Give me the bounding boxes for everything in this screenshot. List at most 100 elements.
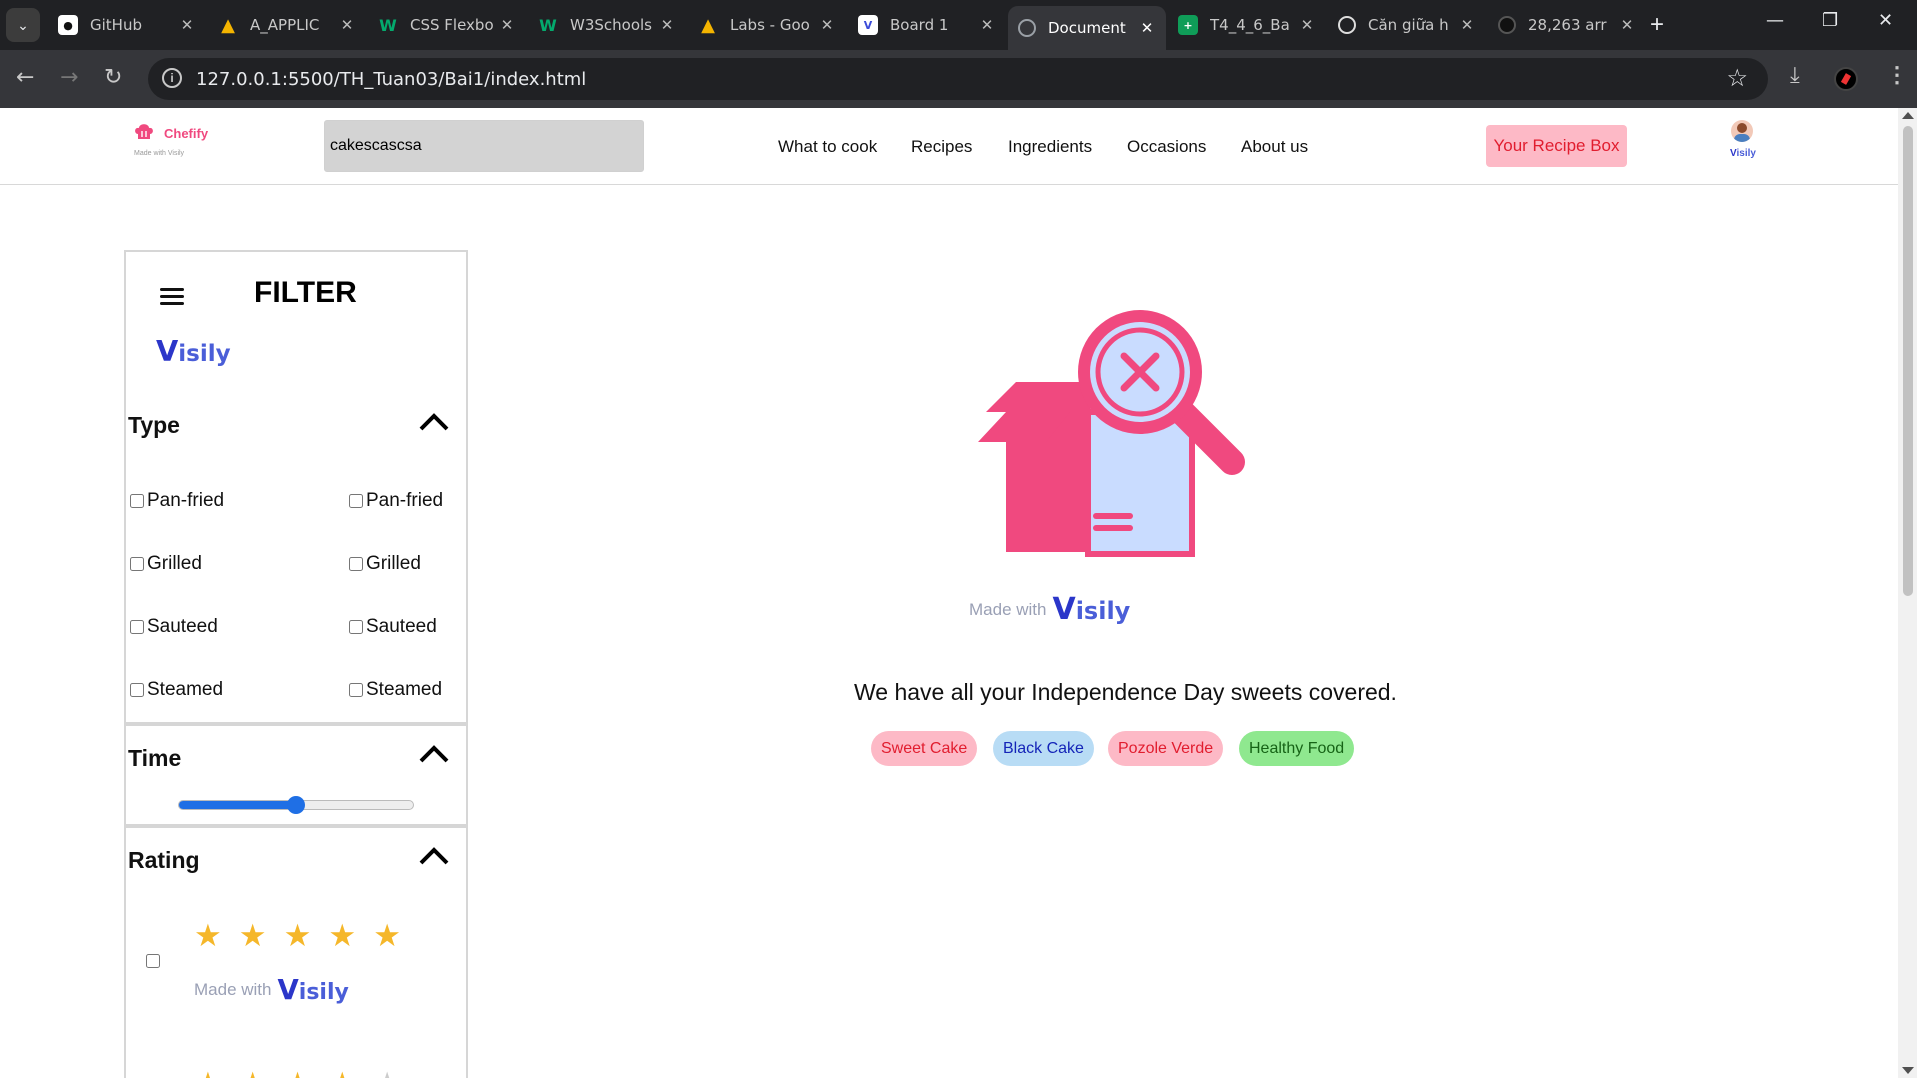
tab-label: CSS Flexbo bbox=[410, 16, 494, 34]
browser-tab-active[interactable]: Document ✕ bbox=[1008, 6, 1166, 50]
type-option-pan-fried[interactable]: Pan-fried bbox=[349, 490, 443, 512]
scroll-thumb[interactable] bbox=[1903, 126, 1913, 596]
star-filled-icon: ★ bbox=[328, 918, 357, 953]
tab-label: 28,263 arr bbox=[1528, 16, 1607, 34]
tag-sweet-cake[interactable]: Sweet Cake bbox=[871, 731, 978, 766]
nav-ingredients[interactable]: Ingredients bbox=[1008, 137, 1092, 157]
chatgpt-icon bbox=[1338, 16, 1356, 34]
star-filled-icon: ★ bbox=[283, 918, 312, 953]
visily-logo: Visily bbox=[156, 334, 231, 368]
checkbox[interactable] bbox=[130, 494, 144, 508]
nav-recipes[interactable]: Recipes bbox=[911, 137, 972, 157]
checkbox[interactable] bbox=[349, 494, 363, 508]
made-with-text: Made with bbox=[194, 980, 272, 999]
checkbox[interactable] bbox=[130, 620, 144, 634]
extension-icon[interactable] bbox=[1834, 67, 1858, 91]
type-option-steamed[interactable]: Steamed bbox=[130, 679, 223, 701]
restore-icon[interactable]: ❐ bbox=[1822, 10, 1838, 31]
browser-toolbar: ← → ↻ i 127.0.0.1:5500/TH_Tuan03/Bai1/in… bbox=[0, 50, 1917, 108]
search-input[interactable] bbox=[324, 120, 644, 172]
browser-tab[interactable]: W W3Schools ✕ bbox=[528, 6, 686, 44]
option-label: Pan-fried bbox=[147, 490, 225, 511]
time-slider[interactable] bbox=[178, 796, 414, 814]
site-info-icon[interactable]: i bbox=[162, 68, 182, 88]
browser-tab[interactable]: + T4_4_6_Ba ✕ bbox=[1168, 6, 1326, 44]
bookmark-star-icon[interactable]: ☆ bbox=[1726, 64, 1748, 93]
close-icon[interactable]: ✕ bbox=[178, 16, 196, 34]
rating-4-stars: ★ ★ ★ ★ ★ bbox=[194, 1068, 401, 1078]
scroll-down-arrow-icon[interactable] bbox=[1902, 1067, 1914, 1074]
close-icon[interactable]: ✕ bbox=[978, 16, 996, 34]
address-bar[interactable]: i 127.0.0.1:5500/TH_Tuan03/Bai1/index.ht… bbox=[148, 58, 1768, 100]
your-recipe-box-button[interactable]: Your Recipe Box bbox=[1486, 125, 1627, 167]
checkbox[interactable] bbox=[349, 683, 363, 697]
browser-tab[interactable]: ▲ A_APPLIC ✕ bbox=[208, 6, 366, 44]
browser-tab[interactable]: Căn giữa h ✕ bbox=[1328, 6, 1486, 44]
close-icon[interactable]: ✕ bbox=[1138, 19, 1156, 37]
type-option-sauteed[interactable]: Sauteed bbox=[130, 616, 218, 638]
star-filled-icon: ★ bbox=[238, 918, 267, 953]
avatar[interactable] bbox=[1731, 120, 1753, 142]
close-icon[interactable]: ✕ bbox=[498, 16, 516, 34]
tag-black-cake[interactable]: Black Cake bbox=[993, 731, 1094, 766]
close-icon[interactable]: ✕ bbox=[1298, 16, 1316, 34]
checkbox[interactable] bbox=[130, 557, 144, 571]
option-label: Pan-fried bbox=[366, 490, 444, 511]
close-icon[interactable]: ✕ bbox=[818, 16, 836, 34]
star-filled-icon: ★ bbox=[194, 918, 222, 953]
w3schools-icon: W bbox=[379, 15, 397, 35]
type-option-grilled[interactable]: Grilled bbox=[130, 553, 202, 575]
option-label: Grilled bbox=[366, 553, 421, 574]
checkbox[interactable] bbox=[349, 557, 363, 571]
browser-tab[interactable]: ▲ Labs - Goo ✕ bbox=[688, 6, 846, 44]
checkbox[interactable] bbox=[130, 683, 144, 697]
scroll-up-arrow-icon[interactable] bbox=[1902, 112, 1914, 119]
rating-5-checkbox[interactable] bbox=[146, 954, 160, 968]
hamburger-menu-icon[interactable] bbox=[160, 288, 184, 306]
chefify-logo[interactable]: Chefify Made with Visily bbox=[134, 122, 224, 162]
close-icon[interactable]: ✕ bbox=[1458, 16, 1476, 34]
tab-search-chevron-icon[interactable]: ⌄ bbox=[6, 8, 40, 42]
browser-tab[interactable]: ● GitHub ✕ bbox=[48, 6, 206, 44]
google-drive-icon: ▲ bbox=[221, 14, 235, 36]
tab-label: A_APPLIC bbox=[250, 16, 320, 34]
minimize-icon[interactable]: — bbox=[1766, 10, 1784, 31]
made-with-visily-badge: Made with Visily bbox=[969, 592, 1130, 627]
new-tab-plus-icon[interactable]: + bbox=[1650, 11, 1664, 39]
nav-what-to-cook[interactable]: What to cook bbox=[778, 137, 877, 157]
time-slider-fill bbox=[179, 801, 296, 809]
forward-arrow-icon[interactable]: → bbox=[60, 65, 78, 90]
browser-tab[interactable]: 28,263 arr ✕ bbox=[1488, 6, 1646, 44]
page-scrollbar[interactable] bbox=[1898, 108, 1917, 1078]
star-filled-icon: ★ bbox=[373, 918, 401, 953]
type-option-sauteed[interactable]: Sauteed bbox=[349, 616, 437, 638]
window-close-icon[interactable]: ✕ bbox=[1878, 10, 1893, 31]
close-icon[interactable]: ✕ bbox=[1618, 16, 1636, 34]
download-icon[interactable]: ⤓ bbox=[1790, 62, 1800, 88]
type-option-pan-fried[interactable]: Pan-fried bbox=[130, 490, 224, 512]
close-icon[interactable]: ✕ bbox=[338, 16, 356, 34]
star-filled-icon: ★ bbox=[284, 1068, 312, 1078]
tag-healthy-food[interactable]: Healthy Food bbox=[1239, 731, 1355, 766]
github-icon: ● bbox=[58, 15, 78, 35]
nav-about-us[interactable]: About us bbox=[1241, 137, 1308, 157]
type-option-steamed[interactable]: Steamed bbox=[349, 679, 442, 701]
nav-occasions[interactable]: Occasions bbox=[1127, 137, 1206, 157]
type-option-grilled[interactable]: Grilled bbox=[349, 553, 421, 575]
browser-tab[interactable]: V Board 1 ✕ bbox=[848, 6, 1006, 44]
tab-label: GitHub bbox=[90, 16, 142, 34]
chevron-up-icon[interactable] bbox=[418, 412, 450, 432]
checkbox[interactable] bbox=[349, 620, 363, 634]
chevron-up-icon[interactable] bbox=[418, 744, 450, 764]
chevron-up-icon[interactable] bbox=[418, 846, 450, 866]
tab-label: Căn giữa h bbox=[1368, 16, 1449, 34]
back-arrow-icon[interactable]: ← bbox=[16, 65, 34, 90]
browser-menu-icon[interactable]: ⋮ bbox=[1886, 62, 1908, 88]
url-text[interactable]: 127.0.0.1:5500/TH_Tuan03/Bai1/index.html bbox=[196, 69, 586, 90]
tag-pozole-verde[interactable]: Pozole Verde bbox=[1108, 731, 1224, 766]
tab-label: T4_4_6_Ba bbox=[1210, 16, 1290, 34]
reload-icon[interactable]: ↻ bbox=[104, 65, 122, 90]
browser-tab[interactable]: W CSS Flexbo ✕ bbox=[368, 6, 526, 44]
close-icon[interactable]: ✕ bbox=[658, 16, 676, 34]
time-slider-handle[interactable] bbox=[287, 796, 305, 814]
